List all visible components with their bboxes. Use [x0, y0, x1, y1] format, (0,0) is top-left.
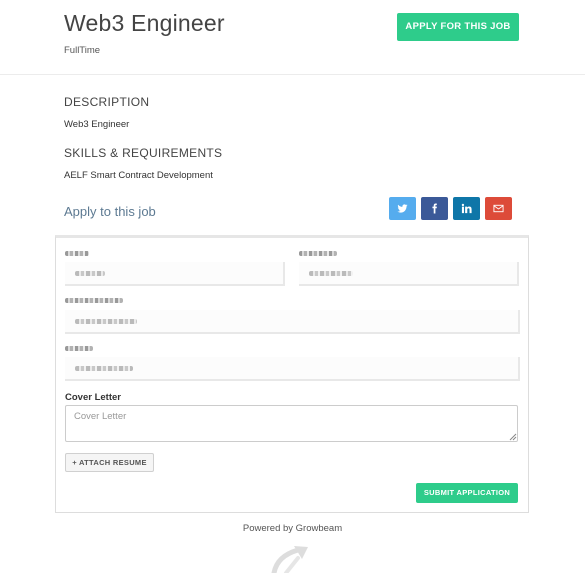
resize-grip-icon[interactable] [509, 433, 517, 441]
last-name-label [299, 251, 337, 256]
facebook-share-button[interactable] [421, 197, 448, 220]
email-icon [493, 204, 504, 213]
submit-application-button[interactable]: SUBMIT APPLICATION [416, 483, 518, 503]
skills-text: AELF Smart Contract Development [64, 170, 213, 181]
skills-heading: SKILLS & REQUIREMENTS [64, 146, 223, 160]
description-text: Web3 Engineer [64, 119, 130, 130]
apply-heading: Apply to this job [64, 204, 156, 219]
phone-label [65, 346, 93, 351]
phone-input[interactable] [65, 357, 520, 381]
cover-letter-input[interactable] [65, 405, 518, 442]
linkedin-icon [461, 203, 472, 214]
powered-by-text: Powered by Growbeam [242, 523, 343, 534]
twitter-icon [397, 204, 408, 213]
attach-resume-button[interactable]: + ATTACH RESUME [65, 453, 154, 472]
job-title: Web3 Engineer [64, 10, 225, 36]
cover-letter-label: Cover Letter [65, 392, 121, 403]
first-name-label [65, 251, 89, 256]
apply-for-job-button[interactable]: APPLY FOR THIS JOB [397, 13, 519, 41]
email-label [65, 298, 123, 303]
last-name-input[interactable] [299, 262, 519, 286]
job-type: FullTime [64, 45, 101, 56]
facebook-icon [432, 203, 437, 214]
email-input[interactable] [65, 310, 520, 334]
first-name-input[interactable] [65, 262, 285, 286]
linkedin-share-button[interactable] [453, 197, 480, 220]
twitter-share-button[interactable] [389, 197, 416, 220]
job-header: Web3 Engineer FullTime APPLY FOR THIS JO… [0, 0, 585, 75]
description-heading: DESCRIPTION [64, 95, 150, 109]
email-share-button[interactable] [485, 197, 512, 220]
growbeam-logo-icon [271, 546, 308, 573]
